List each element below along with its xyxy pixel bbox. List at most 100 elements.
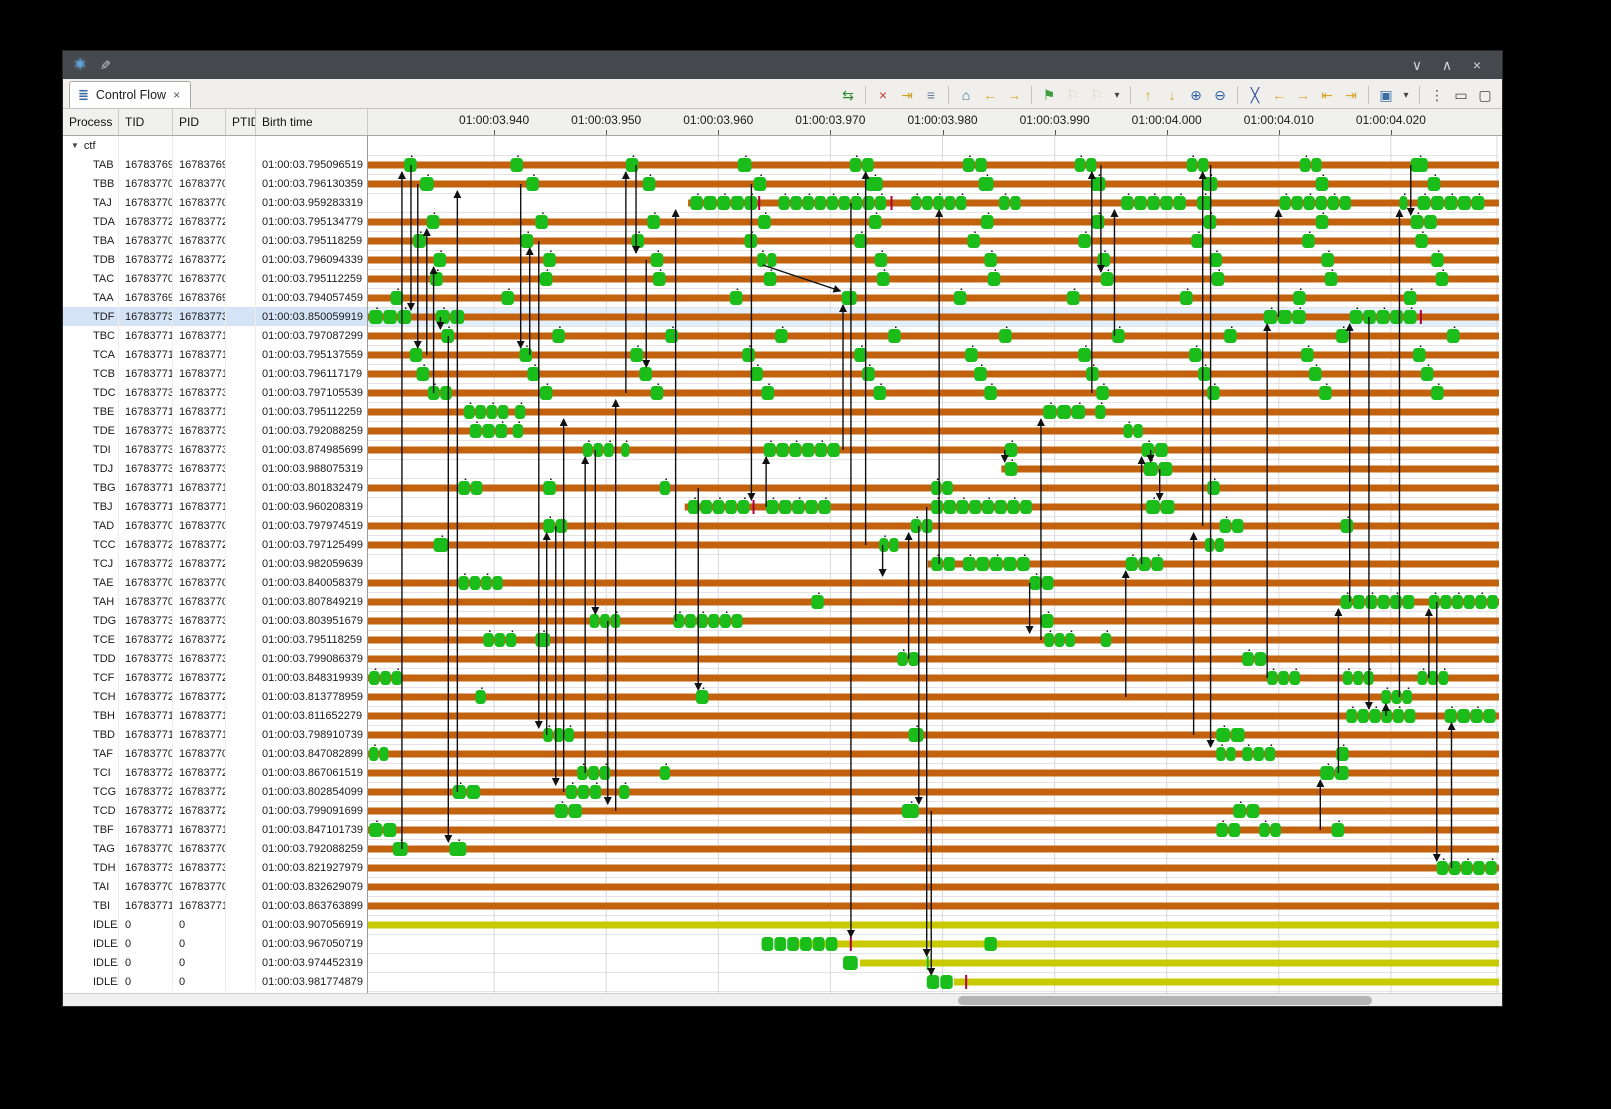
next-marker-button[interactable]: ⚐ bbox=[1086, 85, 1108, 105]
move-up-button[interactable]: ↑ bbox=[1137, 85, 1159, 105]
tid-cell: 0 bbox=[119, 972, 173, 991]
expander-triangle-icon[interactable]: ▼ bbox=[71, 141, 79, 150]
table-row[interactable]: TCJ16783772716783772701:00:03.982059639 bbox=[63, 554, 367, 573]
table-row[interactable]: TAJ16783770716783770701:00:03.959283319 bbox=[63, 193, 367, 212]
table-row[interactable]: TCB16783771916783771901:00:03.796117179 bbox=[63, 364, 367, 383]
select-next-state-change-button[interactable]: → bbox=[1003, 85, 1025, 105]
select-prev-state-change-button[interactable]: ← bbox=[979, 85, 1001, 105]
table-row[interactable]: TBH16783771516783771501:00:03.811652279 bbox=[63, 706, 367, 725]
table-row[interactable]: TDI16783773616783773601:00:03.874985699 bbox=[63, 440, 367, 459]
table-row[interactable]: TAD16783770116783770101:00:03.797974519 bbox=[63, 516, 367, 535]
reset-time-scale-button[interactable]: ⌂ bbox=[955, 85, 977, 105]
table-row[interactable]: TCH16783772516783772501:00:03.813778959 bbox=[63, 687, 367, 706]
zoom-out-button[interactable]: ⊖ bbox=[1209, 85, 1231, 105]
ptid-cell bbox=[226, 155, 256, 174]
close-window-button[interactable]: × bbox=[1462, 57, 1492, 73]
table-row[interactable]: TDF16783773316783773301:00:03.850059919 bbox=[63, 307, 367, 326]
time-graph[interactable] bbox=[368, 136, 1502, 993]
table-row[interactable]: TAB16783769916783769901:00:03.795096519 bbox=[63, 155, 367, 174]
table-row[interactable]: TBG16783771416783771401:00:03.801832479 bbox=[63, 478, 367, 497]
column-header-pid[interactable]: PID bbox=[173, 109, 226, 135]
table-row[interactable]: TAG16783770416783770401:00:03.792088259 bbox=[63, 839, 367, 858]
table-row[interactable]: TBD16783771116783771101:00:03.798910739 bbox=[63, 725, 367, 744]
table-row[interactable]: TBJ16783771716783771701:00:03.960208319 bbox=[63, 497, 367, 516]
table-row[interactable]: TDB16783772916783772901:00:03.796094339 bbox=[63, 250, 367, 269]
table-row[interactable]: TAA16783769816783769801:00:03.794057459 bbox=[63, 288, 367, 307]
table-row[interactable]: TAF16783770316783770301:00:03.847082899 bbox=[63, 744, 367, 763]
table-row[interactable]: TBC16783771016783771001:00:03.797087299 bbox=[63, 326, 367, 345]
new-view-button[interactable]: ▣ bbox=[1375, 85, 1397, 105]
table-row[interactable]: TBF16783771316783771301:00:03.847101739 bbox=[63, 820, 367, 839]
hide-empty-rows-button[interactable]: × bbox=[872, 85, 894, 105]
ptid-cell bbox=[226, 402, 256, 421]
maximize-view-button[interactable]: ▢ bbox=[1474, 85, 1496, 105]
table-row[interactable]: IDLE/10001:00:03.974452319 bbox=[63, 953, 367, 972]
table-row[interactable]: TCG16783772416783772401:00:03.802854099 bbox=[63, 782, 367, 801]
time-graph-canvas[interactable] bbox=[368, 136, 1499, 993]
new-view-caret[interactable]: ▾ bbox=[1399, 85, 1413, 105]
column-header-birth-time[interactable]: Birth time bbox=[256, 109, 368, 135]
table-row[interactable]: TDA16783772816783772801:00:03.795134779 bbox=[63, 212, 367, 231]
table-row[interactable]: TBA16783770816783770801:00:03.795118259 bbox=[63, 231, 367, 250]
table-row[interactable]: TAI16783770616783770601:00:03.832629079 bbox=[63, 877, 367, 896]
pid-cell: 167837707 bbox=[173, 193, 226, 212]
marker-menu-caret[interactable]: ▾ bbox=[1110, 85, 1124, 105]
show-view-filters-button[interactable]: ≡ bbox=[920, 85, 942, 105]
table-row[interactable]: TBE16783771216783771201:00:03.795112259 bbox=[63, 402, 367, 421]
add-bookmark-button[interactable]: ⚑ bbox=[1038, 85, 1060, 105]
column-header-ptid[interactable]: PTID bbox=[226, 109, 256, 135]
hide-arrows-button[interactable]: ╳ bbox=[1244, 85, 1266, 105]
tab-control-flow[interactable]: ≣ Control Flow × bbox=[69, 81, 191, 108]
view-menu-button[interactable]: ⋮ bbox=[1426, 85, 1448, 105]
ptid-cell bbox=[226, 383, 256, 402]
follow-next-event-button[interactable]: → bbox=[1292, 85, 1314, 105]
column-header-process[interactable]: Process bbox=[63, 109, 119, 135]
table-row[interactable]: TCF16783772316783772301:00:03.848319939 bbox=[63, 668, 367, 687]
column-header-tid[interactable]: TID bbox=[119, 109, 173, 135]
table-row[interactable]: IDLE/20001:00:03.981774879 bbox=[63, 972, 367, 991]
pid-cell: 167837717 bbox=[173, 497, 226, 516]
pid-cell: 167837722 bbox=[173, 630, 226, 649]
table-row[interactable]: TDG16783773416783773401:00:03.803951679 bbox=[63, 611, 367, 630]
table-row[interactable]: TCD16783772116783772101:00:03.799091699 bbox=[63, 801, 367, 820]
table-row[interactable]: TAC16783770016783770001:00:03.795112259 bbox=[63, 269, 367, 288]
move-down-button[interactable]: ↓ bbox=[1161, 85, 1183, 105]
table-row[interactable]: TDE16783773216783773201:00:03.792088259 bbox=[63, 421, 367, 440]
table-row[interactable]: TCE16783772216783772201:00:03.795118259 bbox=[63, 630, 367, 649]
birth-time-cell: 01:00:03.797125499 bbox=[256, 535, 368, 554]
process-name: TAJ bbox=[63, 193, 119, 212]
zoom-in-button[interactable]: ⊕ bbox=[1185, 85, 1207, 105]
table-row[interactable]: TDH16783773516783773501:00:03.821927979 bbox=[63, 858, 367, 877]
table-row[interactable]: TCC16783772016783772001:00:03.797125499 bbox=[63, 535, 367, 554]
next-event-button[interactable]: ⇥ bbox=[1340, 85, 1362, 105]
table-row[interactable]: TAE16783770216783770201:00:03.840058379 bbox=[63, 573, 367, 592]
maximize-window-button[interactable]: ∧ bbox=[1432, 57, 1462, 74]
table-row[interactable]: TCI16783772616783772601:00:03.867061519 bbox=[63, 763, 367, 782]
ptid-cell bbox=[226, 915, 256, 934]
optimize-button[interactable]: ⇆ bbox=[837, 85, 859, 105]
birth-time-cell: 01:00:03.813778959 bbox=[256, 687, 368, 706]
table-row[interactable]: TCA16783771816783771801:00:03.795137559 bbox=[63, 345, 367, 364]
table-row[interactable]: TBI16783771616783771601:00:03.863763899 bbox=[63, 896, 367, 915]
table-row[interactable]: TDJ16783773716783773701:00:03.988075319 bbox=[63, 459, 367, 478]
table-row[interactable]: TBB16783770916783770901:00:03.796130359 bbox=[63, 174, 367, 193]
tab-close-icon[interactable]: × bbox=[173, 88, 180, 102]
horizontal-scrollbar[interactable] bbox=[63, 993, 1502, 1006]
prev-event-button[interactable]: ⇤ bbox=[1316, 85, 1338, 105]
table-row[interactable]: IDLE/30001:00:03.967050719 bbox=[63, 934, 367, 953]
previous-marker-button[interactable]: ⚐ bbox=[1062, 85, 1084, 105]
table-row[interactable]: TAH16783770516783770501:00:03.807849219 bbox=[63, 592, 367, 611]
minimize-view-button[interactable]: ▭ bbox=[1450, 85, 1472, 105]
follow-prev-event-button[interactable]: ← bbox=[1268, 85, 1290, 105]
table-row[interactable]: TDD16783773116783773101:00:03.799086379 bbox=[63, 649, 367, 668]
ptid-cell bbox=[226, 516, 256, 535]
tid-cell: 167837732 bbox=[119, 421, 173, 440]
trace-group-row[interactable]: ▼ctf bbox=[63, 136, 367, 155]
table-row[interactable]: IDLE/00001:00:03.907056919 bbox=[63, 915, 367, 934]
minimize-window-button[interactable]: ∨ bbox=[1402, 57, 1432, 74]
align-views-button[interactable]: ⇥ bbox=[896, 85, 918, 105]
table-row[interactable]: TDC16783773016783773001:00:03.797105539 bbox=[63, 383, 367, 402]
time-axis[interactable]: 01:00:03.94001:00:03.95001:00:03.96001:0… bbox=[368, 109, 1502, 135]
scrollbar-thumb[interactable] bbox=[958, 996, 1372, 1005]
pin-icon[interactable]: ✎ bbox=[97, 60, 113, 71]
